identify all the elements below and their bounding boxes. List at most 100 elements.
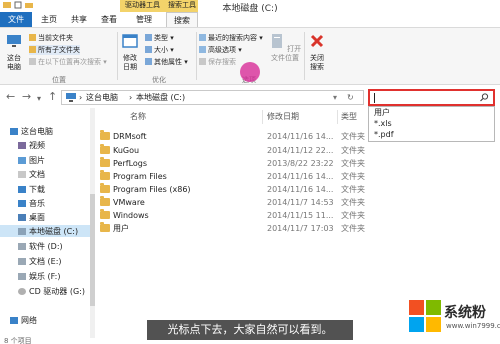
all-subfolders-label: 所有子文件夹: [38, 46, 80, 54]
file-row[interactable]: 用户 2014/11/7 17:03 文件夹: [100, 222, 390, 235]
advanced-options-button[interactable]: 高级选项 ▾: [199, 45, 242, 55]
nav-item-label: 网络: [21, 316, 37, 325]
file-row[interactable]: KuGou 2014/11/12 22... 文件夹: [100, 144, 390, 157]
nav-item-pictures[interactable]: 图片: [18, 155, 45, 166]
nav-item-music[interactable]: 音乐: [18, 198, 45, 209]
nav-item-this-pc[interactable]: 这台电脑: [10, 126, 53, 137]
suggestion-item[interactable]: *.pdf: [374, 130, 394, 140]
nav-item-local-disk-c[interactable]: 本地磁盘 (C:): [18, 226, 78, 237]
current-folder-button[interactable]: 当前文件夹: [29, 33, 73, 43]
file-row[interactable]: Program Files 2014/11/16 14... 文件夹: [100, 170, 390, 183]
file-row[interactable]: Program Files (x86) 2014/11/16 14... 文件夹: [100, 183, 390, 196]
nav-item-network[interactable]: 网络: [10, 315, 37, 326]
file-date: 2013/8/22 23:22: [267, 159, 334, 168]
column-header-date[interactable]: 修改日期: [267, 112, 299, 122]
breadcrumb-local-disk[interactable]: 本地磁盘 (C:): [136, 92, 185, 104]
this-pc-button[interactable]: 这台 电脑: [3, 33, 25, 72]
text-caret: [374, 93, 375, 103]
column-header-name[interactable]: 名称: [130, 112, 146, 122]
nav-item-cd-drive-g[interactable]: CD 驱动器 (G:): [18, 286, 85, 297]
save-search-button[interactable]: 保存搜索: [199, 57, 236, 67]
folder-icon: [100, 196, 110, 206]
kind-label: 类型: [154, 34, 168, 42]
column-separator[interactable]: [262, 110, 263, 124]
recent-searches-label: 最近的搜索内容: [208, 34, 257, 42]
video-icon: [18, 142, 26, 149]
file-row[interactable]: VMware 2014/11/7 14:53 文件夹: [100, 196, 390, 209]
save-icon: [199, 58, 206, 65]
file-date: 2014/11/16 14...: [267, 172, 334, 181]
tab-file[interactable]: 文件: [0, 12, 32, 27]
file-row[interactable]: PerfLogs 2013/8/22 23:22 文件夹: [100, 157, 390, 170]
tab-home[interactable]: 主页: [36, 12, 62, 27]
column-separator[interactable]: [337, 110, 338, 124]
nav-item-label: 图片: [29, 156, 45, 165]
folder-search-icon: [29, 58, 36, 65]
forward-button[interactable]: →: [22, 91, 31, 103]
nav-item-downloads[interactable]: 下载: [18, 184, 45, 195]
search-again-button[interactable]: 在以下位置再次搜索 ▾: [29, 57, 107, 67]
other-properties-button[interactable]: 其他属性 ▾: [145, 57, 188, 67]
nav-item-label: 这台电脑: [21, 127, 53, 136]
drive-icon: [18, 228, 26, 235]
file-row[interactable]: DRMsoft 2014/11/16 14... 文件夹: [100, 130, 390, 143]
file-name: PerfLogs: [113, 159, 148, 168]
tab-view[interactable]: 查看: [96, 12, 122, 27]
computer-icon: [7, 35, 21, 47]
file-type: 文件夹: [341, 159, 365, 168]
search-input[interactable]: [368, 89, 495, 106]
file-date: 2014/11/16 14...: [267, 185, 334, 194]
group-separator: [196, 32, 197, 80]
refresh-icon[interactable]: ↻: [347, 92, 354, 104]
recent-locations-button[interactable]: ▾: [37, 93, 41, 105]
nav-item-label: CD 驱动器 (G:): [29, 287, 85, 296]
all-subfolders-button[interactable]: 所有子文件夹: [29, 45, 80, 55]
close-x-icon: [310, 34, 324, 48]
file-date: 2014/11/7 17:03: [267, 224, 334, 233]
kind-button[interactable]: 类型 ▾: [145, 33, 174, 43]
click-indicator: [240, 62, 260, 82]
nav-item-documents[interactable]: 文档: [18, 169, 45, 180]
nav-item-videos[interactable]: 视频: [18, 140, 45, 151]
address-history-dropdown[interactable]: ▾: [333, 92, 337, 104]
file-name: KuGou: [113, 146, 140, 155]
size-button[interactable]: 大小 ▾: [145, 45, 174, 55]
nav-item-drive-e[interactable]: 文档 (E:): [18, 256, 62, 267]
tab-share[interactable]: 共享: [66, 12, 92, 27]
folder-icon: [100, 209, 110, 219]
nav-item-label: 本地磁盘 (C:): [29, 227, 79, 236]
refine-group-label: 优化: [152, 76, 166, 84]
address-row: ← → ▾ ↑ › 这台电脑 › 本地磁盘 (C:) ▾ ↻: [0, 86, 500, 108]
current-folder-label: 当前文件夹: [38, 34, 73, 42]
music-icon: [18, 200, 26, 207]
back-button[interactable]: ←: [6, 91, 15, 103]
tab-manage[interactable]: 管理: [130, 12, 158, 27]
breadcrumb-this-pc[interactable]: 这台电脑: [86, 92, 118, 104]
tab-search[interactable]: 搜索: [166, 12, 198, 27]
folder-icon: [100, 130, 110, 140]
recent-searches-button[interactable]: 最近的搜索内容 ▾: [199, 33, 263, 43]
suggestion-item[interactable]: 用户: [374, 108, 390, 118]
nav-item-drive-d[interactable]: 软件 (D:): [18, 241, 63, 252]
watermark-text: 系统粉: [444, 305, 486, 321]
modified-date-button[interactable]: 修改 日期: [119, 33, 141, 72]
save-search-label: 保存搜索: [208, 58, 236, 66]
close-search-label: 关闭 搜索: [310, 54, 324, 71]
nav-scrollbar-thumb[interactable]: [90, 194, 95, 306]
nav-item-drive-f[interactable]: 娱乐 (F:): [18, 271, 60, 282]
open-file-location-button[interactable]: 打开 文件位置: [268, 33, 302, 63]
up-button[interactable]: ↑: [48, 91, 57, 103]
file-date: 2014/11/7 14:53: [267, 198, 334, 207]
close-search-button[interactable]: 关闭 搜索: [306, 33, 328, 72]
nav-item-label: 下载: [29, 185, 45, 194]
address-bar[interactable]: › 这台电脑 › 本地磁盘 (C:) ▾ ↻: [61, 90, 364, 105]
nav-item-desktop[interactable]: 桌面: [18, 212, 45, 223]
column-header-type[interactable]: 类型: [341, 112, 357, 122]
size-icon: [145, 46, 152, 53]
file-type: 文件夹: [341, 198, 365, 207]
desktop-icon: [18, 214, 26, 221]
suggestion-item[interactable]: *.xls: [374, 119, 392, 129]
file-row[interactable]: Windows 2014/11/15 11... 文件夹: [100, 209, 390, 222]
search-icon[interactable]: [480, 93, 489, 102]
file-type: 文件夹: [341, 211, 365, 220]
